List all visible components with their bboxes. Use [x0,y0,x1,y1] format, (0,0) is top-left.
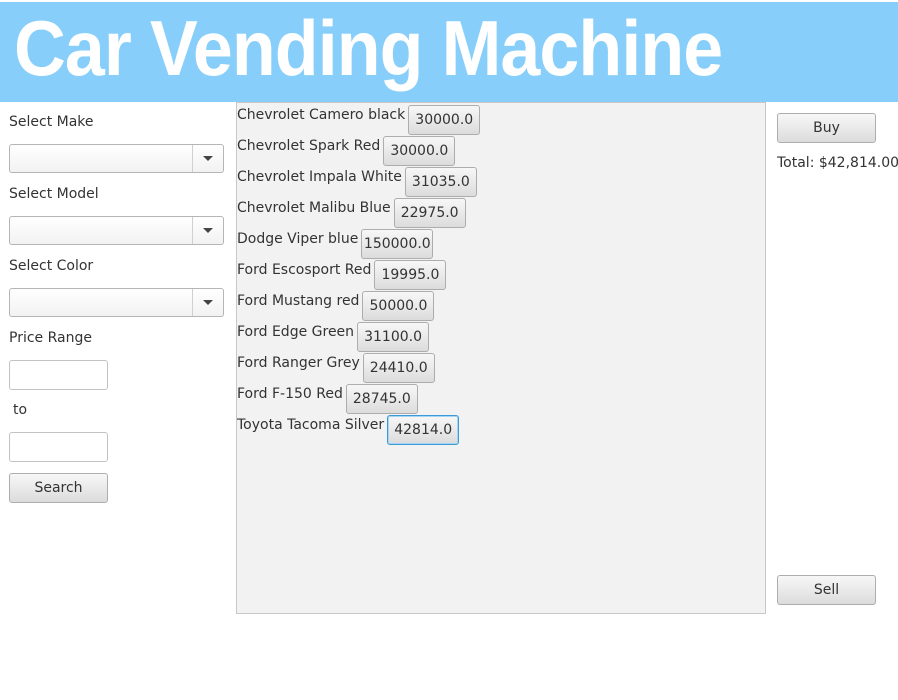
list-item: Chevrolet Spark Red 30000.0 [237,135,456,166]
car-name: Ford Escosport Red [237,262,372,278]
car-price-button[interactable]: 19995.0 [374,260,447,290]
car-name: Toyota Tacoma Silver [237,417,385,433]
model-label: Select Model [9,186,99,202]
car-price-button[interactable]: 28745.0 [345,384,418,414]
to-label: to [13,402,28,418]
header-banner: Car Vending Machine [0,2,898,102]
color-label: Select Color [9,258,94,274]
car-price-button[interactable]: 50000.0 [362,291,435,321]
car-price-button[interactable]: 24410.0 [362,353,435,383]
model-select[interactable] [9,216,224,245]
list-item: Ford Escosport Red 19995.0 [237,259,447,290]
list-item: Chevrolet Camero black 30000.0 [237,104,481,135]
car-name: Ford Edge Green [237,324,355,340]
car-name: Ford Ranger Grey [237,355,360,371]
list-item: Ford Edge Green 31100.0 [237,321,430,352]
car-price-button[interactable]: 150000.0 [361,229,434,259]
list-item: Ford F-150 Red 28745.0 [237,383,418,414]
car-price-button[interactable]: 42814.0 [387,415,460,445]
price-min-input[interactable] [9,360,108,390]
car-price-button[interactable]: 31100.0 [357,322,430,352]
list-item: Ford Ranger Grey 24410.0 [237,352,435,383]
color-select[interactable] [9,288,224,317]
car-price-button[interactable]: 31035.0 [404,167,477,197]
car-name: Chevrolet Camero black [237,107,406,123]
make-select[interactable] [9,144,224,173]
car-name: Ford F-150 Red [237,386,343,402]
car-price-button[interactable]: 22975.0 [393,198,466,228]
list-item: Chevrolet Impala White 31035.0 [237,166,477,197]
list-item: Ford Mustang red 50000.0 [237,290,435,321]
chevron-down-icon[interactable] [192,145,223,172]
sell-button[interactable]: Sell [777,575,876,605]
search-button[interactable]: Search [9,473,108,503]
list-item: Dodge Viper blue 150000.0 [237,228,434,259]
car-price-button[interactable]: 30000.0 [408,105,481,135]
buy-button[interactable]: Buy [777,113,876,143]
chevron-down-icon[interactable] [192,289,223,316]
car-name: Chevrolet Impala White [237,169,402,185]
list-item: Chevrolet Malibu Blue 22975.0 [237,197,466,228]
chevron-down-icon[interactable] [192,217,223,244]
car-price-button[interactable]: 30000.0 [383,136,456,166]
car-name: Dodge Viper blue [237,231,359,247]
price-range-label: Price Range [9,330,92,346]
price-max-input[interactable] [9,432,108,462]
app-title: Car Vending Machine [14,4,723,92]
make-label: Select Make [9,114,94,130]
car-list: Chevrolet Camero black 30000.0 Chevrolet S… [236,102,766,614]
list-item: Toyota Tacoma Silver 42814.0 [237,414,460,445]
car-name: Ford Mustang red [237,293,360,309]
car-name: Chevrolet Malibu Blue [237,200,391,216]
total-label: Total: $42,814.00 [777,155,898,171]
car-name: Chevrolet Spark Red [237,138,381,154]
